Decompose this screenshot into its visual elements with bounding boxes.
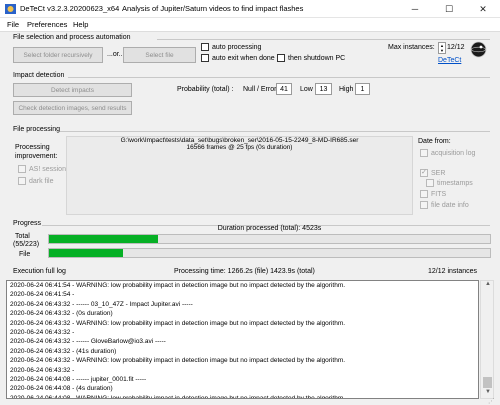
log-line: 2020-06-24 06:43:32 - WARNING: low proba… xyxy=(10,319,346,327)
auto-exit-checkbox[interactable] xyxy=(201,54,209,62)
max-instances-value: 12/12 xyxy=(447,44,465,51)
as-session-checkbox[interactable] xyxy=(18,165,26,173)
section-divider xyxy=(68,77,490,78)
app-title: DeTeCt v3.2.3.20200623_x64 xyxy=(20,4,120,13)
progress-title: Progress xyxy=(13,220,42,227)
high-field[interactable]: 1 xyxy=(355,83,370,95)
log-line: 2020-06-24 06:43:32 - (41s duration) xyxy=(10,347,117,355)
file-date-info-label: file date info xyxy=(431,202,469,209)
date-from-label: Date from: xyxy=(418,138,451,145)
menu-preferences[interactable]: Preferences xyxy=(27,20,67,29)
file-progress-label: File xyxy=(19,251,31,258)
timestamps-checkbox[interactable] xyxy=(426,179,434,187)
auto-processing-checkbox[interactable] xyxy=(201,43,209,51)
app-icon xyxy=(5,4,16,14)
total-count: (55/223) xyxy=(13,241,40,248)
maximize-button[interactable]: ☐ xyxy=(432,0,466,18)
log-line: 2020-06-24 06:43:32 - xyxy=(10,329,75,337)
window-title: Analysis of Jupiter/Saturn videos to fin… xyxy=(122,4,304,13)
section-divider xyxy=(157,39,490,40)
log-line: 2020-06-24 06:44:08 - (4s duration) xyxy=(10,385,113,393)
detect-logo xyxy=(470,41,487,58)
file-progress-fill xyxy=(49,249,124,257)
frames-info: 16566 frames @ 25 fps (0s duration) xyxy=(186,144,293,151)
null-error-field[interactable]: 41 xyxy=(276,83,292,95)
file-selection-title: File selection and process automation xyxy=(13,34,131,41)
max-instances-label: Max instances: xyxy=(388,44,435,51)
log-line: 2020-06-24 06:43:32 - WARNING: low proba… xyxy=(10,357,346,365)
menu-file[interactable]: File xyxy=(7,20,19,29)
auto-processing-label: auto processing xyxy=(212,44,262,51)
probability-label: Probability (total) : xyxy=(177,86,234,93)
log-scrollbar[interactable]: ▲ ▼ xyxy=(480,280,494,399)
check-detection-button[interactable]: Check detection images, send results xyxy=(13,101,132,115)
log-line: 2020-06-24 06:43:32 - ------ 03_10_47Z -… xyxy=(10,300,193,308)
low-label: Low xyxy=(300,86,313,93)
total-progress-fill xyxy=(49,235,158,243)
total-progress-bar xyxy=(48,234,491,244)
impact-detection-title: Impact detection xyxy=(13,72,65,79)
file-date-info-checkbox[interactable] xyxy=(420,201,428,209)
resize-grip-icon[interactable]: ⋰ xyxy=(488,397,498,405)
log-line: 2020-06-24 06:44:08 - WARNING: low proba… xyxy=(10,394,346,399)
acquisition-log-label: acquisition log xyxy=(431,150,476,157)
duration-processed: Duration processed (total): 4523s xyxy=(217,225,322,232)
fits-label: FITS xyxy=(431,191,447,198)
then-shutdown-checkbox[interactable] xyxy=(277,54,285,62)
minimize-button[interactable]: ─ xyxy=(398,0,432,18)
high-label: High xyxy=(339,86,354,93)
log-line: 2020-06-24 06:43:32 - (0s duration) xyxy=(10,310,113,318)
timestamps-label: timestamps xyxy=(437,180,473,187)
file-processing-title: File processing xyxy=(13,126,61,133)
file-path: G:\work\Impact\tests\data_set\bugs\broke… xyxy=(120,137,359,144)
log-line: 2020-06-24 06:44:08 - ------ jupiter_000… xyxy=(10,376,147,384)
detect-link[interactable]: DeTeCt xyxy=(438,57,461,64)
log-line: 2020-06-24 06:41:54 - xyxy=(10,291,75,299)
close-button[interactable]: ✕ xyxy=(466,0,500,18)
log-line: 2020-06-24 06:43:32 - xyxy=(10,366,75,374)
log-line: 2020-06-24 06:43:32 - ------ GloveBarlow… xyxy=(10,338,166,346)
log-line: 2020-06-24 06:41:54 - WARNING: low proba… xyxy=(10,282,346,289)
processing-time: Processing time: 1266.2s (file) 1423.9s … xyxy=(174,268,315,275)
as-session-label: AS! session xyxy=(29,166,66,173)
menu-help[interactable]: Help xyxy=(73,20,88,29)
execution-log-title: Execution full log xyxy=(13,268,66,275)
dark-file-label: dark file xyxy=(29,178,54,185)
fits-checkbox[interactable] xyxy=(420,190,428,198)
ser-checkbox[interactable]: ✓ xyxy=(420,169,428,177)
low-field[interactable]: 13 xyxy=(315,83,332,95)
detect-impacts-button[interactable]: Detect impacts xyxy=(13,83,132,97)
execution-log[interactable]: 2020-06-24 06:41:54 - WARNING: low proba… xyxy=(6,280,479,399)
processing-improvement-label: Processing improvement: xyxy=(15,144,58,160)
acquisition-log-checkbox[interactable] xyxy=(420,149,428,157)
select-file-button[interactable]: Select file xyxy=(123,47,196,63)
select-folder-button[interactable]: Select folder recursively xyxy=(13,47,103,63)
scroll-up-icon[interactable]: ▲ xyxy=(482,281,494,290)
scroll-thumb[interactable] xyxy=(483,377,492,388)
ser-label: SER xyxy=(431,170,446,177)
instances-count: 12/12 instances xyxy=(428,268,478,275)
total-label: Total xyxy=(15,233,30,240)
max-instances-spinner[interactable]: ▲ ▼ xyxy=(438,42,446,54)
or-text: ...or... xyxy=(107,51,125,58)
dark-file-checkbox[interactable] xyxy=(18,177,26,185)
auto-exit-label: auto exit when done xyxy=(212,55,275,62)
file-progress-bar xyxy=(48,248,491,258)
null-error-label: Null / Error xyxy=(243,86,277,93)
section-divider xyxy=(60,131,490,132)
then-shutdown-label: then shutdown PC xyxy=(288,55,346,62)
